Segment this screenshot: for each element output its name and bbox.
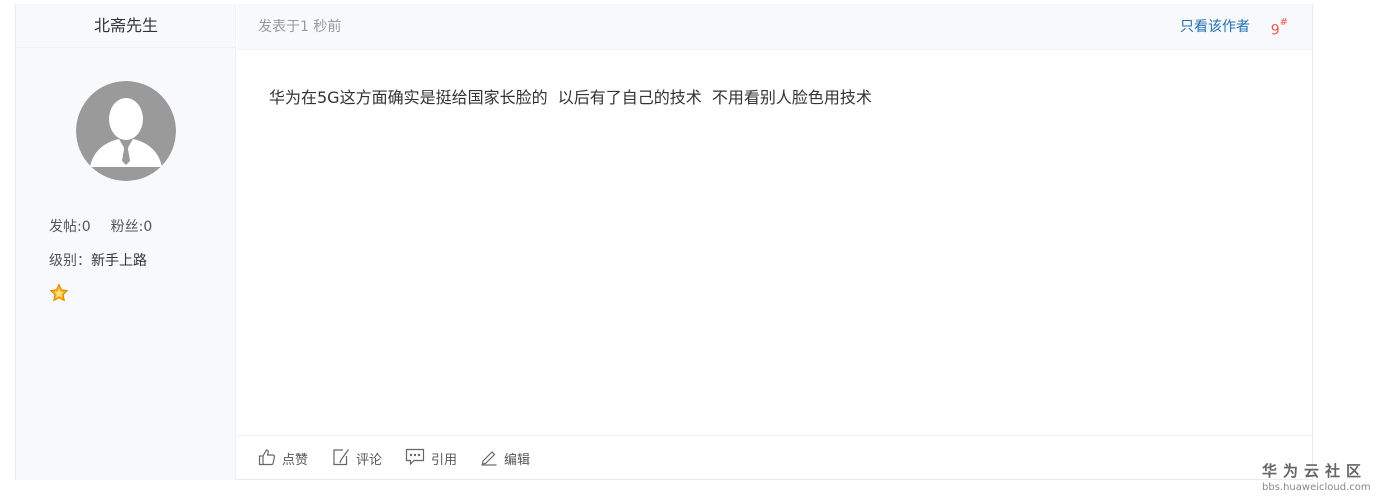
post-content: 华为在5G这方面确实是挺给国家长脸的 以后有了自己的技术 不用看别人脸色用技术 [269, 88, 872, 107]
level-key: 级别： [49, 253, 91, 269]
edit-label: 编辑 [504, 453, 531, 468]
comment-label: 评论 [356, 453, 383, 468]
pencil-icon [480, 448, 504, 470]
edit-button[interactable]: 编辑 [480, 436, 530, 481]
level-value: 新手上路 [91, 253, 147, 269]
fans-count: 粉丝:0 [110, 219, 153, 235]
posts-count: 发帖:0 [49, 219, 91, 235]
floor-mark: # [1279, 17, 1288, 28]
posted-time: 发表于1 秒前 [258, 19, 342, 35]
post-actions: 点赞 评论 引用 编辑 [237, 435, 1312, 480]
watermark-title: 华为云社区 [1262, 462, 1368, 480]
like-label: 点赞 [282, 453, 309, 468]
edit-note-icon [332, 448, 356, 470]
author-level: 级别：新手上路 [49, 250, 147, 270]
quote-label: 引用 [431, 453, 458, 468]
only-author-link[interactable]: 只看该作者 [1180, 4, 1250, 50]
author-name[interactable]: 北斋先生 [16, 4, 236, 48]
star-icon [49, 283, 69, 303]
quote-button[interactable]: 引用 [405, 436, 457, 481]
author-panel: 北斋先生 发帖:0 粉丝:0 级别：新手上路 [16, 4, 236, 480]
author-stats: 发帖:0 粉丝:0 [49, 216, 172, 236]
forum-post: 北斋先生 发帖:0 粉丝:0 级别：新手上路 发表于1 秒前 只看该作者 9# 华… [15, 4, 1313, 480]
post-header: 发表于1 秒前 只看该作者 9# [237, 4, 1312, 50]
watermark-url: bbs.huaweicloud.com [1262, 482, 1371, 493]
floor-number: 9# [1271, 4, 1288, 54]
chat-bubble-icon [405, 448, 431, 470]
like-button[interactable]: 点赞 [258, 436, 308, 481]
thumbs-up-icon [258, 448, 282, 470]
comment-button[interactable]: 评论 [332, 436, 382, 481]
floor-number-value: 9 [1270, 22, 1280, 39]
huaweicloud-watermark: 华为云社区 bbs.huaweicloud.com [1262, 460, 1372, 493]
avatar-icon[interactable] [76, 81, 176, 181]
